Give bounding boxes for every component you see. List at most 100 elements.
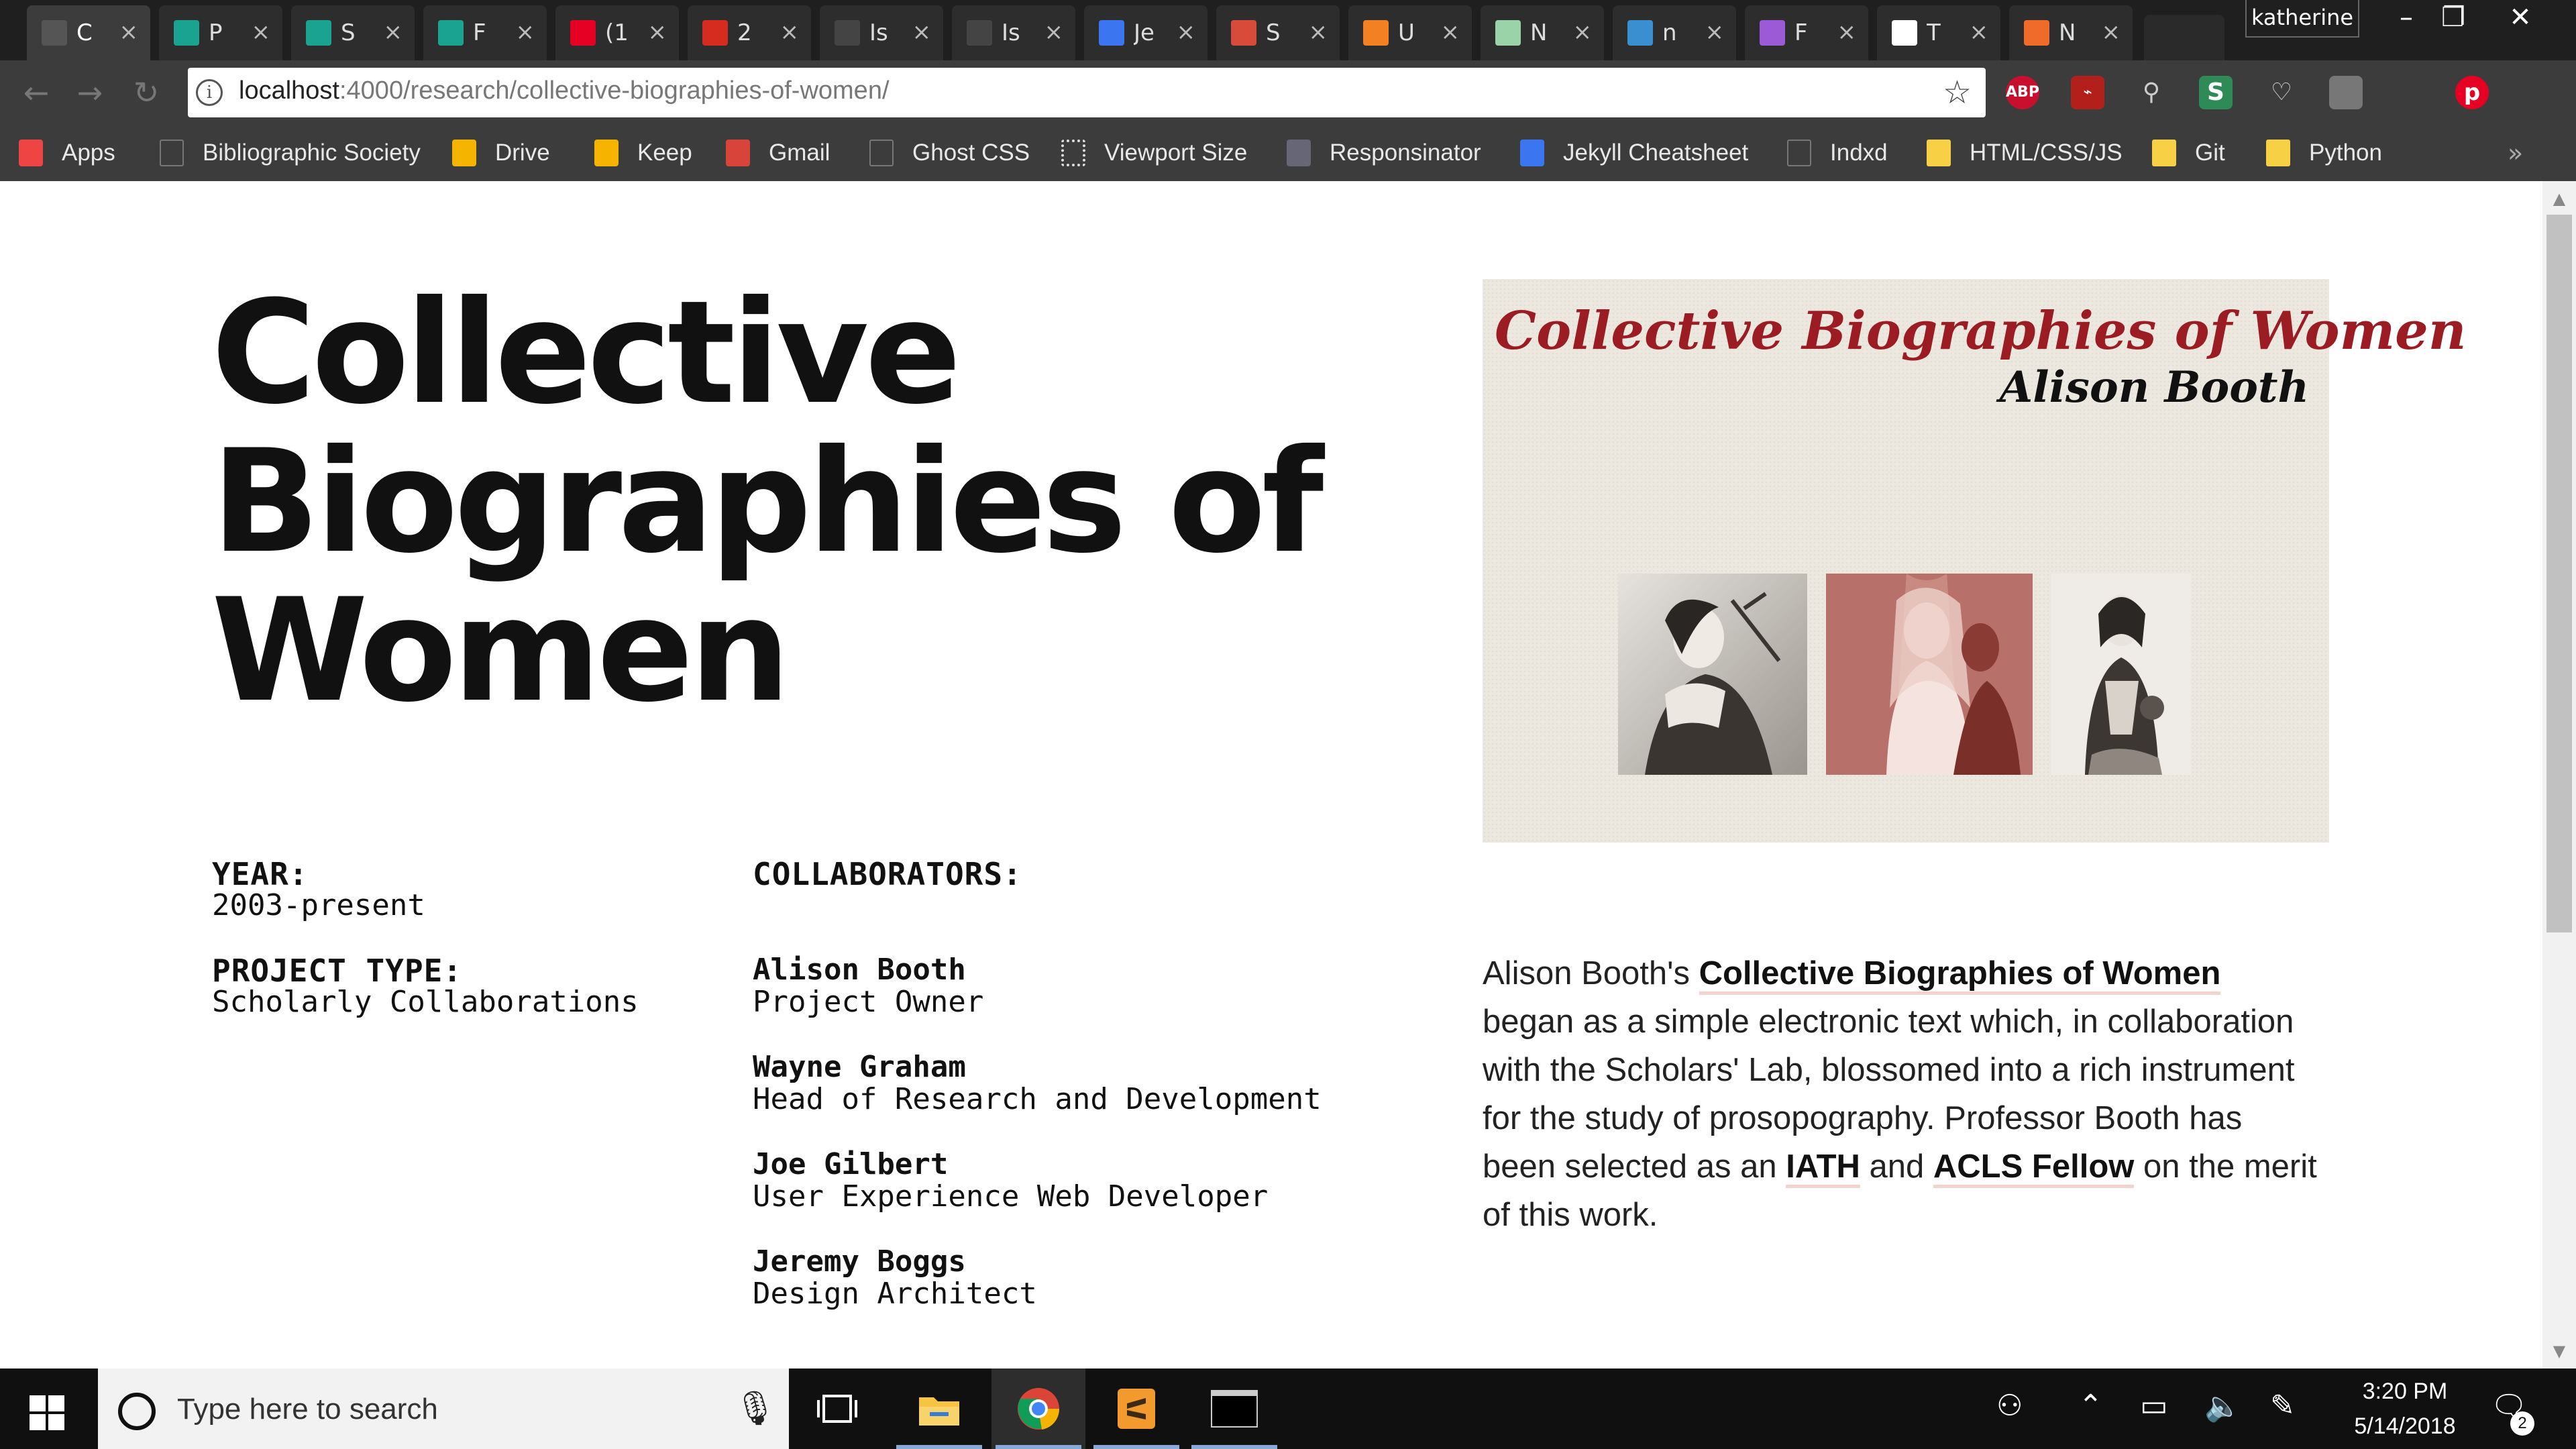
close-window-icon[interactable]: ✕ <box>2497 0 2544 38</box>
browser-tab[interactable]: Je × <box>1084 5 1208 60</box>
info-icon[interactable]: i <box>196 79 223 106</box>
tab-close-icon[interactable]: × <box>252 19 271 46</box>
bookmark-ghost-css[interactable]: Ghost CSS <box>869 134 1030 172</box>
jekyll-icon <box>1520 140 1544 166</box>
pinterest-extension-icon[interactable]: p <box>2455 76 2489 109</box>
cortana-icon[interactable] <box>118 1393 156 1430</box>
terminal-icon[interactable] <box>1187 1368 1281 1449</box>
r-icon <box>1287 140 1311 166</box>
browser-tab[interactable]: U × <box>1348 5 1472 60</box>
bookmark-python[interactable]: Python <box>2266 134 2382 172</box>
document-icon <box>869 140 894 166</box>
sublime-text-icon[interactable] <box>1089 1368 1183 1449</box>
bookmark-label: HTML/CSS/JS <box>1970 140 2123 166</box>
browser-tab[interactable]: P × <box>159 5 282 60</box>
browser-tab[interactable]: (1 × <box>555 5 679 60</box>
restore-icon[interactable]: ❐ <box>2430 0 2477 38</box>
more-bookmarks-icon[interactable]: » <box>2508 138 2523 168</box>
pen-ink-icon[interactable]: ✎ <box>2270 1389 2295 1423</box>
bookmark-bibliographic-society[interactable]: Bibliographic Society <box>160 134 421 172</box>
folder-icon <box>2266 140 2290 166</box>
bookmark-keep[interactable]: Keep <box>594 134 692 172</box>
bookmark-apps[interactable]: Apps <box>19 134 115 172</box>
volume-icon[interactable]: 🔈 <box>2204 1389 2241 1424</box>
bookmark-indxd[interactable]: Indxd <box>1787 134 1888 172</box>
bookmark-responsinator[interactable]: Responsinator <box>1287 134 1481 172</box>
github-icon <box>967 20 992 46</box>
scroll-up-icon[interactable]: ▲ <box>2549 189 2569 208</box>
tab-close-icon[interactable]: × <box>384 19 403 46</box>
tab-title: P <box>209 19 223 46</box>
show-hidden-icons[interactable]: ⌃ <box>2078 1389 2103 1423</box>
browser-tab[interactable]: C × <box>27 5 150 60</box>
taskbar-search-placeholder[interactable]: Type here to search <box>177 1393 438 1426</box>
back-arrow-icon[interactable]: ← <box>17 74 55 111</box>
bookmark-html-css-js[interactable]: HTML/CSS/JS <box>1927 134 2123 172</box>
tab-close-icon[interactable]: × <box>516 19 535 46</box>
browser-tab[interactable]: 2 × <box>688 5 811 60</box>
browser-tab[interactable]: N × <box>2009 5 2133 60</box>
browser-tab[interactable]: n × <box>1613 5 1736 60</box>
browser-tab[interactable]: N × <box>1481 5 1604 60</box>
acls-fellow-link[interactable]: ACLS Fellow <box>1933 1148 2135 1188</box>
user-profile-chip[interactable]: katherine <box>2245 0 2359 38</box>
microphone-icon[interactable]: 🎙 <box>734 1389 776 1428</box>
viewport-icon <box>1061 140 1085 166</box>
tab-close-icon[interactable]: × <box>1837 19 1857 46</box>
windows-start-icon[interactable] <box>30 1395 64 1430</box>
bookmark-jekyll-cheatsheet[interactable]: Jekyll Cheatsheet <box>1520 134 1748 172</box>
hero-image-author: Alison Booth <box>1999 362 2309 413</box>
collaborator-name: Jeremy Boggs <box>753 1244 966 1279</box>
tab-close-icon[interactable]: × <box>780 19 800 46</box>
bookmark-label: Apps <box>62 140 115 166</box>
tab-close-icon[interactable]: × <box>2102 19 2121 46</box>
bookmark-star-icon[interactable]: ☆ <box>1943 74 1972 111</box>
box-extension-icon[interactable] <box>2329 76 2363 109</box>
tab-close-icon[interactable]: × <box>1573 19 1593 46</box>
chrome-icon[interactable] <box>991 1368 1085 1449</box>
cbw-link[interactable]: Collective Biographies of Women <box>1699 955 2221 995</box>
url-path: :4000/research/collective-biographies-of… <box>339 76 890 105</box>
file-explorer-icon[interactable] <box>892 1368 986 1449</box>
lens-icon[interactable]: ⚲ <box>2135 76 2168 109</box>
c-icon <box>2024 20 2049 46</box>
browser-tab[interactable]: Is × <box>820 5 943 60</box>
tab-close-icon[interactable]: × <box>1970 19 1989 46</box>
browser-tab[interactable]: F × <box>1745 5 1868 60</box>
drive-icon <box>452 140 476 166</box>
scrollbar-thumb[interactable] <box>2546 215 2572 932</box>
tab-close-icon[interactable]: × <box>648 19 667 46</box>
lightbulb-icon[interactable]: ♡ <box>2265 76 2298 109</box>
browser-tab[interactable]: T × <box>1877 5 2000 60</box>
scroll-down-icon[interactable]: ▼ <box>2549 1342 2569 1360</box>
people-icon[interactable]: ⚇ <box>1996 1389 2023 1423</box>
tab-close-icon[interactable]: × <box>1441 19 1460 46</box>
iath-link[interactable]: IATH <box>1786 1148 1860 1188</box>
forward-arrow-icon[interactable]: → <box>71 74 109 111</box>
bookmark-viewport-size[interactable]: Viewport Size <box>1061 134 1247 172</box>
new-tab-button[interactable] <box>2144 15 2224 60</box>
tab-close-icon[interactable]: × <box>1177 19 1196 46</box>
s-extension-icon[interactable]: S <box>2199 76 2233 109</box>
browser-tab[interactable]: S × <box>1216 5 1340 60</box>
adblock-icon[interactable]: ABP <box>2006 76 2039 109</box>
battery-icon[interactable]: ▭ <box>2140 1389 2168 1423</box>
bookmark-gmail[interactable]: Gmail <box>726 134 830 172</box>
bookmark-drive[interactable]: Drive <box>452 134 550 172</box>
taskbar-clock[interactable]: 3:20 PM 5/14/2018 <box>2318 1374 2492 1444</box>
reload-icon[interactable]: ↻ <box>127 74 165 111</box>
pdf-icon[interactable]: ⌁ <box>2071 76 2104 109</box>
tab-close-icon[interactable]: × <box>1705 19 1725 46</box>
browser-tab[interactable]: F × <box>423 5 547 60</box>
tab-close-icon[interactable]: × <box>1044 19 1064 46</box>
browser-tab[interactable]: S × <box>291 5 415 60</box>
url-text[interactable]: localhost:4000/research/collective-biogr… <box>239 76 890 105</box>
browser-tab[interactable]: Is × <box>952 5 1075 60</box>
tab-title: T <box>1927 19 1941 46</box>
tab-close-icon[interactable]: × <box>1309 19 1328 46</box>
tab-close-icon[interactable]: × <box>912 19 932 46</box>
minimize-icon[interactable]: – <box>2383 0 2430 38</box>
tab-close-icon[interactable]: × <box>119 19 139 46</box>
bookmark-git[interactable]: Git <box>2152 134 2225 172</box>
task-view-icon[interactable] <box>790 1368 884 1449</box>
